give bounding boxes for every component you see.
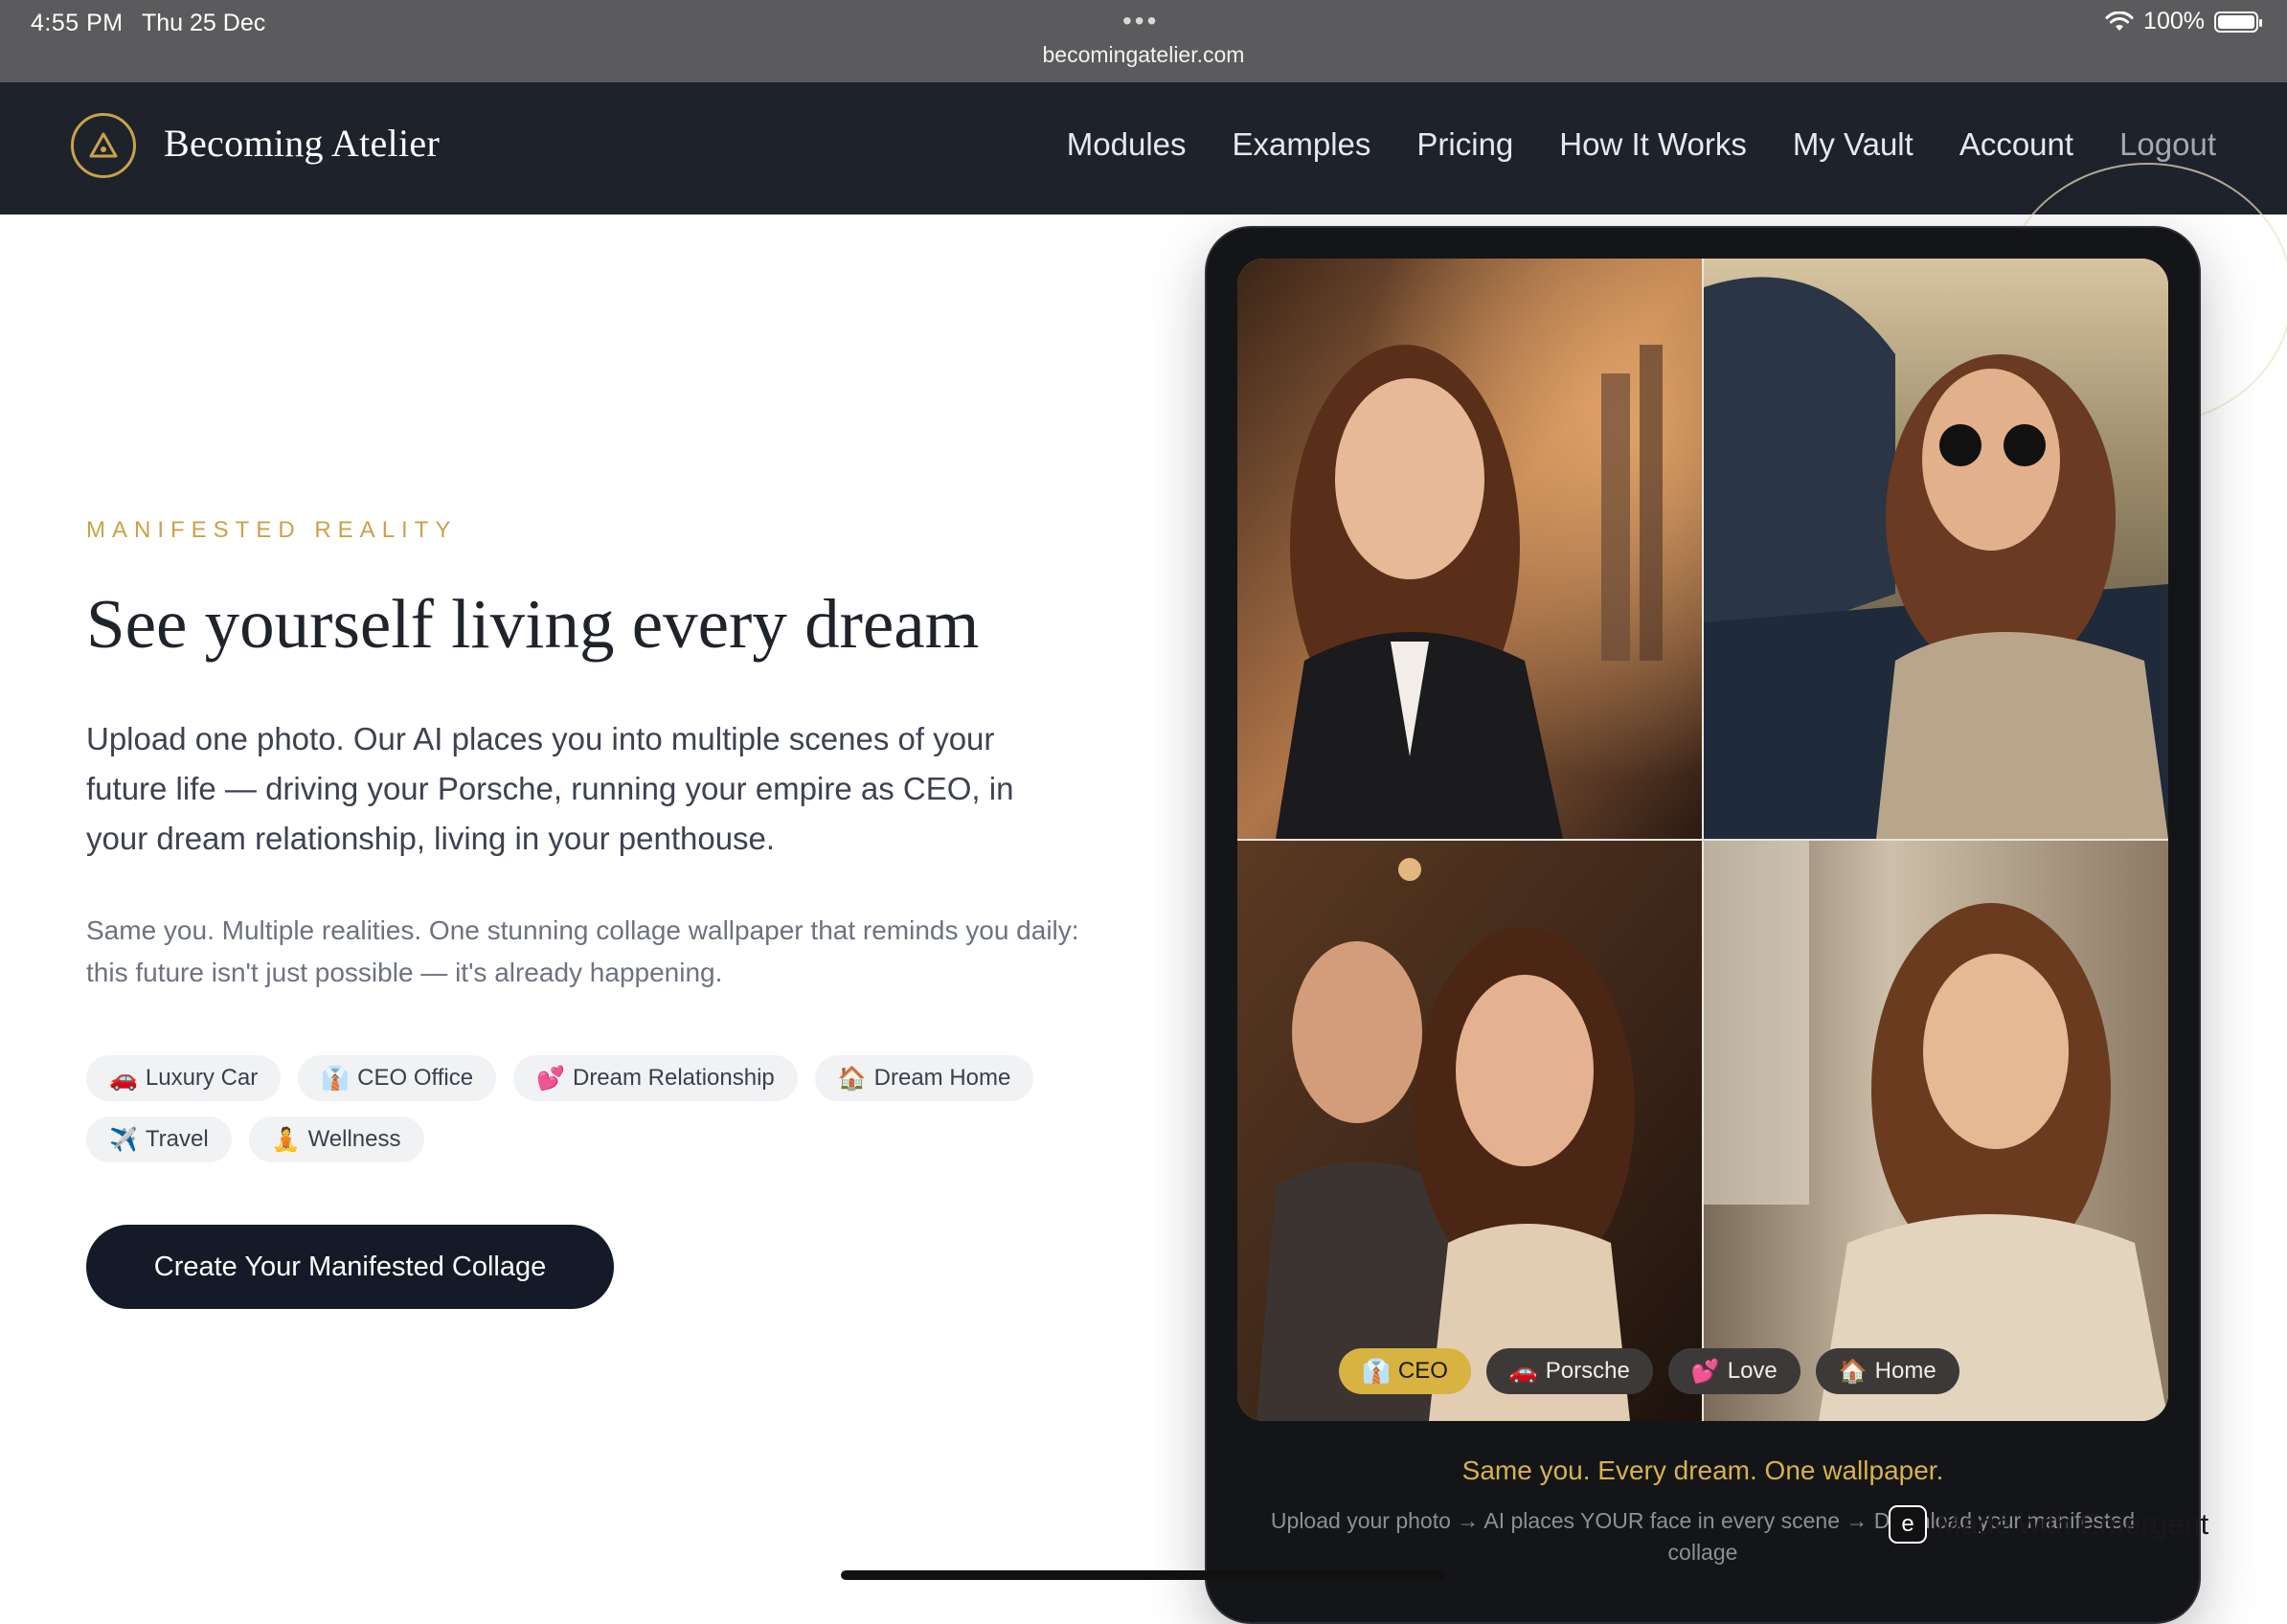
tag-label: Porsche: [1545, 1358, 1630, 1384]
hearts-icon: 💕: [536, 1065, 565, 1092]
nav-link-how-it-works[interactable]: How It Works: [1559, 126, 1747, 163]
battery-icon: [2214, 11, 2262, 33]
house-icon: 🏠: [837, 1065, 867, 1092]
brand-name[interactable]: Becoming Atelier: [164, 121, 440, 166]
collage-tagline: Same you. Every dream. One wallpaper.: [1461, 1455, 1944, 1485]
status-time: 4:55 PM: [31, 10, 124, 36]
chip-ceo-office[interactable]: 👔 CEO Office: [298, 1055, 497, 1101]
necktie-icon: 👔: [1362, 1358, 1391, 1385]
made-with-emergent-badge[interactable]: e Made with Emergent: [1889, 1505, 2208, 1544]
house-icon: 🏠: [1838, 1358, 1868, 1385]
chip-label: Dream Relationship: [572, 1065, 775, 1091]
collage-photo-porsche: [1704, 259, 2168, 839]
wifi-icon: [2105, 11, 2134, 31]
collage-photo-home: [1704, 841, 2168, 1421]
hero-sub: Same you. Multiple realities. One stunni…: [86, 915, 1079, 987]
collage-photo-love: [1237, 841, 1702, 1421]
chip-dream-home[interactable]: 🏠 Dream Home: [814, 1055, 1034, 1101]
tag-ceo[interactable]: 👔 CEO: [1339, 1348, 1471, 1394]
chip-wellness[interactable]: 🧘 Wellness: [248, 1116, 424, 1162]
home-indicator[interactable]: [841, 1570, 1446, 1580]
nav-link-my-vault[interactable]: My Vault: [1793, 126, 1913, 163]
nav-links: Modules Examples Pricing How It Works My…: [1067, 126, 2216, 163]
car-icon: 🚗: [1508, 1358, 1538, 1385]
status-right: 100%: [2105, 8, 2262, 35]
status-bar: 4:55 PM Thu 25 Dec ••• becomingatelier.c…: [0, 0, 2287, 82]
car-icon: 🚗: [109, 1065, 138, 1092]
tag-label: Love: [1727, 1358, 1778, 1384]
multitask-dots-icon[interactable]: •••: [1122, 6, 1159, 36]
airplane-icon: ✈️: [109, 1126, 138, 1153]
tag-love[interactable]: 💕 Love: [1667, 1348, 1800, 1394]
tag-porsche[interactable]: 🚗 Porsche: [1485, 1348, 1653, 1394]
hero-lead: Upload one photo. Our AI places you into…: [86, 721, 1014, 856]
top-nav: Becoming Atelier Modules Examples Pricin…: [0, 82, 2287, 214]
nav-link-examples[interactable]: Examples: [1233, 126, 1371, 163]
chip-label: Travel: [145, 1126, 209, 1152]
nav-link-pricing[interactable]: Pricing: [1416, 126, 1513, 163]
triangle-logo-icon: [89, 132, 118, 158]
address-bar[interactable]: becomingatelier.com: [0, 42, 2287, 68]
tag-label: Home: [1874, 1358, 1936, 1384]
chip-dream-relationship[interactable]: 💕 Dream Relationship: [513, 1055, 798, 1101]
hero-eyebrow: MANIFESTED REALITY: [86, 517, 458, 543]
scene-chips: 🚗 Luxury Car 👔 CEO Office 💕 Dream Relati…: [86, 1055, 1121, 1162]
chip-luxury-car[interactable]: 🚗 Luxury Car: [86, 1055, 282, 1101]
chip-label: Dream Home: [873, 1065, 1011, 1091]
battery-percent: 100%: [2143, 8, 2205, 34]
nav-link-logout[interactable]: Logout: [2119, 126, 2216, 163]
collage-photo-ceo: [1237, 259, 1702, 839]
meditation-icon: 🧘: [271, 1126, 301, 1153]
collage-preview-device: 👔 CEO 🚗 Porsche 💕 Love 🏠 Home Same you. …: [1205, 226, 2201, 1624]
chip-label: Luxury Car: [145, 1065, 259, 1091]
emergent-logo-icon: e: [1889, 1505, 1927, 1544]
hearts-icon: 💕: [1690, 1358, 1720, 1385]
nav-link-modules[interactable]: Modules: [1067, 126, 1187, 163]
necktie-icon: 👔: [321, 1065, 351, 1092]
collage-tags: 👔 CEO 🚗 Porsche 💕 Love 🏠 Home: [1339, 1348, 1959, 1394]
badge-label: Made with Emergent: [1936, 1507, 2209, 1541]
tag-label: CEO: [1397, 1358, 1448, 1384]
logo[interactable]: [71, 113, 136, 178]
hero-headline: See yourself living every dream: [86, 585, 980, 663]
nav-link-account[interactable]: Account: [1959, 126, 2073, 163]
chip-label: CEO Office: [357, 1065, 474, 1091]
status-date: Thu 25 Dec: [142, 10, 266, 36]
chip-label: Wellness: [307, 1126, 401, 1152]
create-collage-button[interactable]: Create Your Manifested Collage: [86, 1225, 614, 1309]
tag-home[interactable]: 🏠 Home: [1815, 1348, 1959, 1394]
chip-travel[interactable]: ✈️ Travel: [86, 1116, 232, 1162]
collage-grid: [1237, 259, 2168, 1421]
